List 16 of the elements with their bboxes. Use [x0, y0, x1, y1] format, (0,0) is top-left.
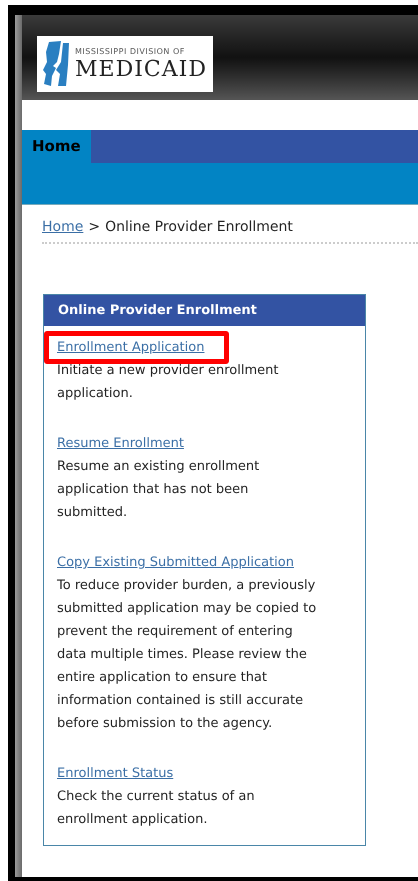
logo-title: MEDICAID — [75, 58, 207, 82]
link-description: To reduce provider burden, a previously submitted application may be copied to prevent the requirement of entering data multiple times. Please review the entire application to ensure that information contained is still accurate before submission to the agency. — [57, 577, 318, 733]
enrollment-link[interactable]: Copy Existing Submitted Application — [57, 551, 294, 574]
link-description: Check the current status of an enrollment application. — [57, 788, 256, 829]
link-description: Initiate a new provider enrollment application. — [57, 362, 280, 403]
enrollment-link[interactable]: Resume Enrollment — [57, 432, 184, 455]
breadcrumb-separator: > — [88, 218, 100, 237]
link-description: Resume an existing enrollment application that has not been submitted. — [57, 458, 260, 522]
logo-subtitle: MISSISSIPPI DIVISION OF — [75, 46, 186, 58]
nav-tab[interactable]: Home — [22, 130, 91, 163]
enrollment-link[interactable]: Enrollment Status — [57, 762, 174, 785]
panel-title: Online Provider Enrollment — [44, 295, 365, 326]
enrollment-link[interactable]: Enrollment Application — [44, 331, 230, 364]
state-map-icon — [41, 40, 71, 88]
breadcrumb-current: Online Provider Enrollment — [105, 218, 293, 237]
breadcrumb-link[interactable]: Home — [42, 217, 84, 238]
